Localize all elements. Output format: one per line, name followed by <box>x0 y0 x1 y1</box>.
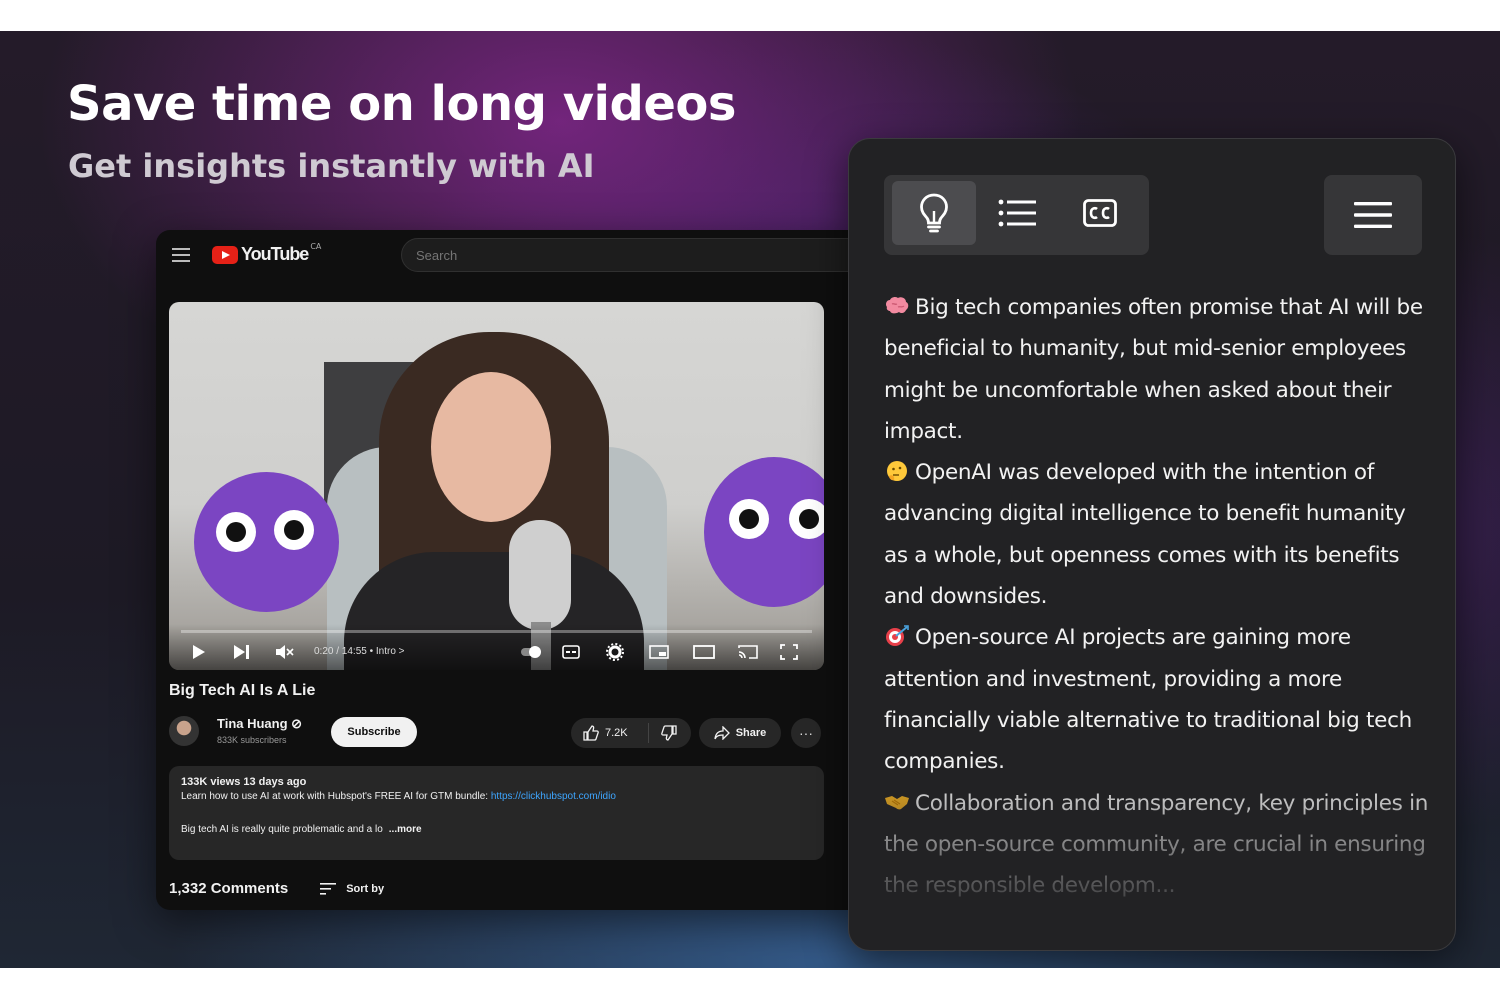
insight-text: OpenAI was developed with the intention … <box>884 460 1406 610</box>
list-icon <box>998 199 1036 227</box>
sort-comments-button[interactable]: Sort by <box>320 882 385 895</box>
miniplayer-icon[interactable] <box>649 644 669 660</box>
tab-outline[interactable] <box>975 181 1059 245</box>
volume-muted-icon[interactable] <box>275 644 295 660</box>
youtube-window: YouTube CA Search 0:20 / 14:55 • Intro >… <box>156 230 866 910</box>
description-link[interactable]: https://clickhubspot.com/idio <box>491 791 616 802</box>
like-dislike-group: 7.2K <box>571 718 691 748</box>
youtube-region-code: CA <box>310 242 322 251</box>
lightbulb-icon <box>920 193 948 233</box>
description-text: Learn how to use AI at work with Hubspot… <box>181 791 491 802</box>
share-arrow-icon <box>714 726 730 740</box>
video-presenter-face <box>431 372 551 522</box>
direct-hit-emoji-icon <box>886 625 909 647</box>
channel-avatar[interactable] <box>169 716 199 746</box>
hamburger-menu-icon[interactable] <box>172 248 190 262</box>
settings-gear-icon[interactable] <box>605 643 625 661</box>
more-actions-button[interactable]: ··· <box>791 718 821 748</box>
like-count: 7.2K <box>605 727 628 739</box>
insight-text: Open-source AI projects are gaining more… <box>884 625 1412 775</box>
tab-transcript[interactable] <box>1058 181 1142 245</box>
search-input[interactable] <box>401 238 866 272</box>
handshake-emoji-icon <box>885 795 909 809</box>
hamburger-menu-icon <box>1354 202 1392 228</box>
video-plush-toy-right <box>704 457 824 607</box>
insight-item: OpenAI was developed with the intention … <box>884 452 1429 617</box>
insight-item: Collaboration and transparency, key prin… <box>884 783 1429 907</box>
channel-row: Tina Huang ⊘ 833K subscribers Subscribe … <box>169 714 829 754</box>
sort-label: Sort by <box>346 882 385 895</box>
next-icon[interactable] <box>233 644 251 660</box>
subheadline: Get insights instantly with AI <box>68 147 595 185</box>
ai-summary-panel: Big tech companies often promise that AI… <box>848 138 1456 951</box>
video-player[interactable]: 0:20 / 14:55 • Intro > <box>169 302 824 670</box>
insight-text: Collaboration and transparency, key prin… <box>884 790 1429 899</box>
player-controls: 0:20 / 14:55 • Intro > <box>169 624 824 670</box>
closed-captions-icon <box>1083 199 1117 227</box>
share-label: Share <box>735 727 767 739</box>
promo-banner: Save time on long videos Get insights in… <box>0 31 1500 968</box>
fullscreen-icon[interactable] <box>779 644 799 660</box>
autoplay-toggle-icon[interactable] <box>521 644 541 660</box>
description-snippet-text: Big tech AI is really quite problematic … <box>181 824 383 835</box>
insights-list: Big tech companies often promise that AI… <box>884 287 1429 915</box>
insight-item: Open-source AI projects are gaining more… <box>884 617 1429 782</box>
description-line: Learn how to use AI at work with Hubspot… <box>181 791 812 802</box>
video-description[interactable]: 133K views 13 days ago Learn how to use … <box>169 766 824 860</box>
youtube-play-icon <box>212 245 238 264</box>
panel-menu-button[interactable] <box>1324 175 1422 255</box>
view-count-and-date: 133K views 13 days ago <box>181 776 307 788</box>
comments-header: 1,332 Comments Sort by <box>169 880 384 897</box>
tab-insights[interactable] <box>892 181 976 245</box>
dislike-button[interactable] <box>649 725 677 741</box>
cast-icon[interactable] <box>737 644 759 660</box>
theater-mode-icon[interactable] <box>693 644 715 660</box>
like-button[interactable]: 7.2K <box>571 723 649 743</box>
youtube-logo[interactable]: YouTube CA <box>212 242 322 265</box>
play-icon[interactable] <box>191 644 207 660</box>
thinking-face-emoji-icon <box>887 461 907 482</box>
headline: Save time on long videos <box>67 76 736 132</box>
subscribe-button[interactable]: Subscribe <box>331 717 417 747</box>
thumbs-up-icon <box>583 725 599 741</box>
brain-emoji-icon <box>886 296 909 314</box>
closed-captions-icon[interactable] <box>561 644 581 660</box>
channel-name[interactable]: Tina Huang ⊘ <box>217 716 302 732</box>
video-microphone <box>509 520 571 630</box>
ai-tab-bar <box>884 175 1149 255</box>
show-more-link[interactable]: ...more <box>389 824 422 835</box>
thumbs-down-icon <box>661 725 677 741</box>
insight-item: Big tech companies often promise that AI… <box>884 287 1429 452</box>
sort-icon <box>320 882 337 895</box>
comment-count: 1,332 Comments <box>169 880 289 897</box>
video-plush-toy-left <box>194 472 339 612</box>
subscriber-count: 833K subscribers <box>217 735 287 745</box>
share-button[interactable]: Share <box>699 718 781 748</box>
player-time-display: 0:20 / 14:55 • Intro > <box>314 646 405 657</box>
youtube-topbar: YouTube CA <box>156 230 866 280</box>
youtube-logo-text: YouTube <box>241 244 309 264</box>
progress-bar[interactable] <box>181 630 812 633</box>
description-snippet: Big tech AI is really quite problematic … <box>181 824 812 835</box>
video-title: Big Tech AI Is A Lie <box>169 682 316 699</box>
insight-text: Big tech companies often promise that AI… <box>884 295 1423 444</box>
